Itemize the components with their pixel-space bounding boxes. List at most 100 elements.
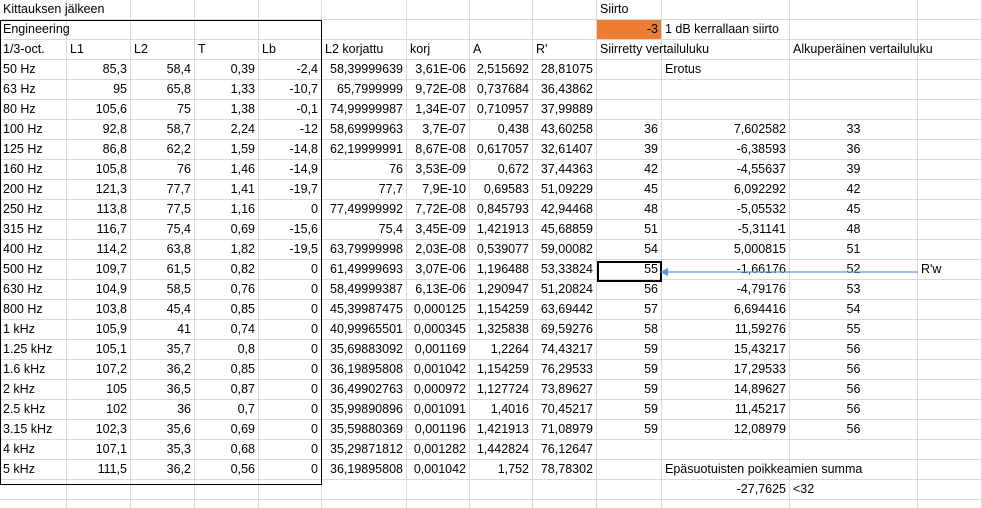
r-prime-cell[interactable]: 43,60258 bbox=[533, 120, 597, 140]
l2-corrected-cell[interactable]: 36,19895808 bbox=[322, 360, 407, 380]
original-reference-cell[interactable] bbox=[790, 60, 918, 80]
freq-cell[interactable]: 2.5 kHz bbox=[0, 400, 67, 420]
grid-cell[interactable] bbox=[533, 20, 597, 40]
r-prime-cell[interactable]: 76,12647 bbox=[533, 440, 597, 460]
korj-cell[interactable]: 0,000345 bbox=[407, 320, 470, 340]
l1-cell[interactable]: 114,2 bbox=[67, 240, 131, 260]
korj-cell[interactable]: 0,001169 bbox=[407, 340, 470, 360]
grid-cell[interactable] bbox=[918, 420, 982, 440]
l1-cell[interactable]: 105,6 bbox=[67, 100, 131, 120]
a-cell[interactable]: 0,539077 bbox=[470, 240, 533, 260]
korj-cell[interactable]: 8,67E-08 bbox=[407, 140, 470, 160]
l2-cell[interactable]: 76 bbox=[131, 160, 195, 180]
grid-cell[interactable] bbox=[195, 500, 259, 508]
shifted-reference-cell[interactable]: 42 bbox=[597, 160, 662, 180]
a-cell[interactable]: 0,737684 bbox=[470, 80, 533, 100]
grid-cell[interactable] bbox=[918, 80, 982, 100]
grid-cell[interactable] bbox=[533, 500, 597, 508]
l2-cell[interactable]: 35,6 bbox=[131, 420, 195, 440]
t-cell[interactable]: 0,87 bbox=[195, 380, 259, 400]
l2-cell[interactable]: 75,4 bbox=[131, 220, 195, 240]
original-reference-cell[interactable]: 56 bbox=[790, 380, 918, 400]
l1-cell[interactable]: 109,7 bbox=[67, 260, 131, 280]
rw-label[interactable]: R'w bbox=[918, 260, 982, 280]
r-prime-cell[interactable]: 37,44363 bbox=[533, 160, 597, 180]
korj-cell[interactable]: 3,53E-09 bbox=[407, 160, 470, 180]
freq-cell[interactable]: 50 Hz bbox=[0, 60, 67, 80]
l2-corrected-cell[interactable]: 61,49999693 bbox=[322, 260, 407, 280]
difference-cell[interactable]: 15,43217 bbox=[662, 340, 790, 360]
difference-cell[interactable]: -5,31141 bbox=[662, 220, 790, 240]
lb-cell[interactable]: -12 bbox=[259, 120, 322, 140]
l2-corrected-cell[interactable]: 75,4 bbox=[322, 220, 407, 240]
lb-cell[interactable]: -14,9 bbox=[259, 160, 322, 180]
grid-cell[interactable] bbox=[918, 120, 982, 140]
a-cell[interactable]: 0,438 bbox=[470, 120, 533, 140]
column-header-l2-col[interactable]: L2 bbox=[131, 40, 195, 60]
shifted-reference-cell[interactable]: 55 bbox=[597, 260, 662, 280]
original-reference-cell[interactable] bbox=[790, 440, 918, 460]
lb-cell[interactable]: -19,7 bbox=[259, 180, 322, 200]
a-cell[interactable]: 2,515692 bbox=[470, 60, 533, 80]
original-reference-cell[interactable]: 42 bbox=[790, 180, 918, 200]
difference-cell[interactable] bbox=[662, 100, 790, 120]
original-reference-cell[interactable] bbox=[790, 80, 918, 100]
t-cell[interactable]: 0,39 bbox=[195, 60, 259, 80]
a-cell[interactable]: 1,154259 bbox=[470, 300, 533, 320]
original-reference-cell[interactable]: 56 bbox=[790, 360, 918, 380]
r-prime-cell[interactable]: 73,89627 bbox=[533, 380, 597, 400]
t-cell[interactable]: 1,41 bbox=[195, 180, 259, 200]
shifted-reference-cell[interactable]: 56 bbox=[597, 280, 662, 300]
l2-corrected-cell[interactable]: 35,29871812 bbox=[322, 440, 407, 460]
grid-cell[interactable] bbox=[533, 480, 597, 500]
a-cell[interactable]: 1,154259 bbox=[470, 360, 533, 380]
grid-cell[interactable] bbox=[790, 500, 918, 508]
original-reference-cell[interactable]: 53 bbox=[790, 280, 918, 300]
shifted-reference-cell[interactable]: 59 bbox=[597, 380, 662, 400]
original-reference-cell[interactable]: 45 bbox=[790, 200, 918, 220]
shifted-reference-cell[interactable]: 59 bbox=[597, 340, 662, 360]
t-cell[interactable]: 1,59 bbox=[195, 140, 259, 160]
original-reference-cell[interactable]: 54 bbox=[790, 300, 918, 320]
grid-cell[interactable] bbox=[322, 500, 407, 508]
korj-cell[interactable]: 0,001196 bbox=[407, 420, 470, 440]
l2-corrected-cell[interactable]: 65,7999999 bbox=[322, 80, 407, 100]
a-cell[interactable]: 1,421913 bbox=[470, 420, 533, 440]
t-cell[interactable]: 0,76 bbox=[195, 280, 259, 300]
t-cell[interactable]: 0,74 bbox=[195, 320, 259, 340]
a-cell[interactable]: 1,196488 bbox=[470, 260, 533, 280]
difference-cell[interactable]: -6,38593 bbox=[662, 140, 790, 160]
korj-cell[interactable]: 9,72E-08 bbox=[407, 80, 470, 100]
grid-cell[interactable] bbox=[918, 280, 982, 300]
grid-cell[interactable] bbox=[918, 0, 982, 20]
grid-cell[interactable] bbox=[259, 480, 322, 500]
korj-cell[interactable]: 7,9E-10 bbox=[407, 180, 470, 200]
korj-cell[interactable]: 0,000125 bbox=[407, 300, 470, 320]
grid-cell[interactable] bbox=[470, 480, 533, 500]
l1-cell[interactable]: 95 bbox=[67, 80, 131, 100]
lb-cell[interactable]: -19,5 bbox=[259, 240, 322, 260]
column-header-t-col[interactable]: T bbox=[195, 40, 259, 60]
grid-cell[interactable] bbox=[259, 500, 322, 508]
t-cell[interactable]: 1,82 bbox=[195, 240, 259, 260]
lb-cell[interactable]: -15,6 bbox=[259, 220, 322, 240]
lb-cell[interactable]: 0 bbox=[259, 300, 322, 320]
l2-cell[interactable]: 61,5 bbox=[131, 260, 195, 280]
column-header-korj-col[interactable]: korj bbox=[407, 40, 470, 60]
t-cell[interactable]: 0,8 bbox=[195, 340, 259, 360]
grid-cell[interactable] bbox=[918, 160, 982, 180]
korj-cell[interactable]: 6,13E-06 bbox=[407, 280, 470, 300]
r-prime-cell[interactable]: 63,69442 bbox=[533, 300, 597, 320]
original-reference-cell[interactable]: 56 bbox=[790, 420, 918, 440]
l1-cell[interactable]: 107,2 bbox=[67, 360, 131, 380]
l1-cell[interactable]: 111,5 bbox=[67, 460, 131, 480]
lb-cell[interactable]: 0 bbox=[259, 360, 322, 380]
grid-cell[interactable] bbox=[470, 0, 533, 20]
freq-cell[interactable]: 630 Hz bbox=[0, 280, 67, 300]
grid-cell[interactable] bbox=[662, 0, 790, 20]
lb-cell[interactable]: 0 bbox=[259, 340, 322, 360]
l2-corrected-cell[interactable]: 58,39999639 bbox=[322, 60, 407, 80]
original-reference-cell[interactable]: 33 bbox=[790, 120, 918, 140]
l1-cell[interactable]: 113,8 bbox=[67, 200, 131, 220]
grid-cell[interactable] bbox=[918, 220, 982, 240]
